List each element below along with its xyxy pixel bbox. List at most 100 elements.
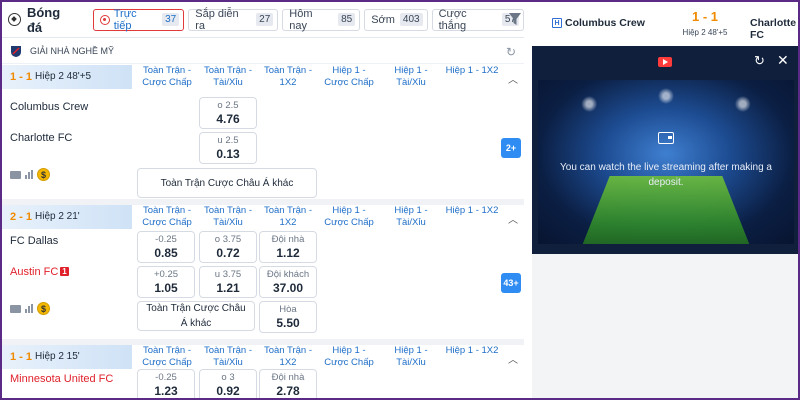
more-markets-button[interactable]: 43+ xyxy=(501,273,521,293)
league-header[interactable]: GIẢI NHÀ NGHỀ MỸ ↻ xyxy=(2,38,524,64)
tab-label: Cược thắng xyxy=(438,7,467,32)
stats-icon[interactable] xyxy=(25,170,33,179)
tab-label: Hôm nay xyxy=(289,7,313,32)
col-ft-overunder: Toàn Trận - Tài/Xỉu xyxy=(203,205,253,228)
close-icon[interactable]: ✕ xyxy=(777,52,789,69)
home-team[interactable]: FC Dallas xyxy=(10,235,58,247)
odds-line: u 3.75 xyxy=(214,269,242,280)
odds-line: Đội khách xyxy=(266,269,310,280)
odds-value: 2.78 xyxy=(276,384,300,398)
col-ft-handicap: Toàn Trận - Cược Chấp xyxy=(142,65,192,88)
youtube-icon[interactable] xyxy=(658,57,672,67)
match-row: 1 - 1 Hiệp 2 48'+5 Toàn Trận - Cược Chấp… xyxy=(2,65,524,199)
odds-value: 1.21 xyxy=(216,281,240,295)
away-team[interactable]: Austin FC 1 xyxy=(10,266,69,278)
home-badge-icon: H xyxy=(552,18,562,28)
odds-home-overunder[interactable]: o 3 0.92 xyxy=(199,369,257,398)
home-team[interactable]: Minnesota United FC xyxy=(10,373,113,385)
tv-icon[interactable] xyxy=(10,170,21,179)
odds-line: -0.25 xyxy=(155,372,177,383)
odds-away-handicap[interactable]: +0.25 1.05 xyxy=(137,266,195,298)
match-icons: $ xyxy=(10,302,50,315)
col-ft-1x2: Toàn Trận - 1X2 xyxy=(263,345,313,368)
odds-away-overunder[interactable]: u 2.5 0.13 xyxy=(199,132,257,164)
video-player[interactable]: ↻ ✕ You can watch the live streaming aft… xyxy=(532,46,798,254)
more-handicap-button[interactable]: Toàn Trận Cược Châu Á khác xyxy=(137,168,317,198)
app-frame: Bóng đá Trực tiếp 37 Sắp diễn ra 27 Hôm … xyxy=(0,0,800,400)
col-h1-handicap: Hiệp 1 - Cược Chấp xyxy=(324,205,374,228)
col-ft-handicap: Toàn Trận - Cược Chấp xyxy=(142,205,192,228)
odds-home-win[interactable]: Đội nhà 1.12 xyxy=(259,231,317,263)
tab-count: 27 xyxy=(256,13,274,26)
refresh-icon[interactable]: ↻ xyxy=(754,53,765,69)
odds-home-handicap[interactable]: -0.25 1.23 xyxy=(137,369,195,398)
sport-title-label: Bóng đá xyxy=(26,4,61,35)
odds-home-handicap[interactable]: -0.25 0.85 xyxy=(137,231,195,263)
stats-icon[interactable] xyxy=(25,304,33,313)
live-icon xyxy=(99,14,110,25)
odds-home-win[interactable]: Đội nhà 2.78 xyxy=(259,369,317,398)
match-time: Hiệp 2 15' xyxy=(35,351,80,362)
coin-icon[interactable]: $ xyxy=(37,302,50,315)
tab-count: 85 xyxy=(338,13,356,26)
tab-early[interactable]: Sớm 403 xyxy=(364,8,428,31)
odds-line: Đội nhà xyxy=(271,234,305,245)
odds-value: 1.05 xyxy=(154,281,178,295)
odds-value: 1.12 xyxy=(276,246,300,260)
odds-line: Hòa xyxy=(279,304,297,315)
match-row: 1 - 1 Hiệp 2 15' Toàn Trận - Cược Chấp T… xyxy=(2,345,524,398)
tab-today[interactable]: Hôm nay 85 xyxy=(282,7,361,32)
tab-label: Trực tiếp xyxy=(113,7,137,32)
home-team[interactable]: Columbus Crew xyxy=(10,101,88,113)
more-markets-button[interactable]: 2+ xyxy=(501,138,521,158)
odds-value: 0.92 xyxy=(216,384,240,398)
tab-count: 403 xyxy=(399,13,423,26)
mls-logo xyxy=(11,45,21,57)
odds-value: 4.76 xyxy=(216,112,240,126)
col-h1-handicap: Hiệp 1 - Cược Chấp xyxy=(324,345,374,368)
odds-line: o 3 xyxy=(221,372,235,383)
odds-line: +0.25 xyxy=(153,269,179,280)
col-h1-overunder: Hiệp 1 - Tài/Xỉu xyxy=(394,65,428,88)
match-score: 1 - 1 xyxy=(10,351,33,363)
col-ft-overunder: Toàn Trận - Tài/Xỉu xyxy=(203,65,253,88)
tab-upcoming[interactable]: Sắp diễn ra 27 xyxy=(188,7,279,32)
col-h1-overunder: Hiệp 1 - Tài/Xỉu xyxy=(394,205,428,228)
coin-icon[interactable]: $ xyxy=(37,168,50,181)
odds-value: 5.50 xyxy=(276,316,300,330)
col-ft-overunder: Toàn Trận - Tài/Xỉu xyxy=(203,345,253,368)
odds-home-overunder[interactable]: o 2.5 4.76 xyxy=(199,97,257,129)
col-h1-1x2: Hiệp 1 - 1X2 xyxy=(445,65,499,76)
odds-line: u 2.5 xyxy=(217,135,239,146)
odds-away-overunder[interactable]: u 3.75 1.21 xyxy=(199,266,257,298)
odds-home-overunder[interactable]: o 3.75 0.72 xyxy=(199,231,257,263)
tab-label: Sắp diễn ra xyxy=(195,7,239,32)
more-handicap-button[interactable]: Toàn Trận Cược Châu Á khác xyxy=(137,301,255,331)
odds-away-win[interactable]: Đội khách 37.00 xyxy=(259,266,317,298)
stadium-image: You can watch the live streaming after m… xyxy=(538,80,794,244)
collapse-icon[interactable]: ︿ xyxy=(508,351,518,366)
odds-draw[interactable]: Hòa 5.50 xyxy=(259,301,317,333)
collapse-icon[interactable]: ︿ xyxy=(508,211,518,226)
odds-value: 0.72 xyxy=(216,246,240,260)
tab-label: Sớm xyxy=(371,13,395,26)
odds-line: Đội nhà xyxy=(271,372,305,383)
refresh-icon[interactable]: ↻ xyxy=(506,45,516,59)
red-card-badge: 1 xyxy=(60,267,69,276)
match-header: 1 - 1 Hiệp 2 48'+5 Toàn Trận - Cược Chấp… xyxy=(2,65,524,95)
collapse-icon[interactable]: ︿ xyxy=(508,71,518,86)
odds-value: 1.23 xyxy=(154,384,178,398)
col-h1-handicap: Hiệp 1 - Cược Chấp xyxy=(324,65,374,88)
football-icon xyxy=(8,13,21,26)
league-name: GIẢI NHÀ NGHỀ MỸ xyxy=(30,45,115,56)
live-score: 1 - 1 xyxy=(691,9,718,24)
tv-icon[interactable] xyxy=(10,304,21,313)
away-team[interactable]: Charlotte FC xyxy=(10,132,72,144)
sport-title[interactable]: Bóng đá xyxy=(8,5,79,35)
match-time: Hiệp 2 48'+5 xyxy=(35,71,92,82)
filter-icon[interactable] xyxy=(509,12,521,26)
filter-tabs: Trực tiếp 37 Sắp diễn ra 27 Hôm nay 85 S… xyxy=(92,7,524,32)
live-panel-header: H Columbus Crew 1 - 1 Hiệp 2 48'+5 Charl… xyxy=(532,2,798,46)
tab-live[interactable]: Trực tiếp 37 xyxy=(92,7,185,32)
live-home-team: Columbus Crew xyxy=(565,17,645,29)
